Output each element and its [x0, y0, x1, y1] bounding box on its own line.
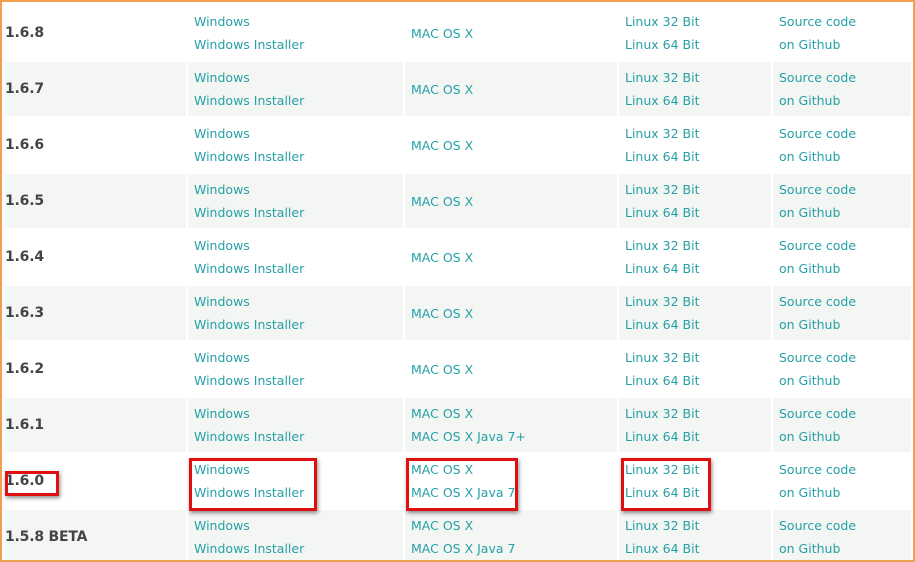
- mac-link[interactable]: MAC OS X: [411, 134, 617, 157]
- version-label: 1.6.2: [5, 342, 188, 398]
- windows-installer-link[interactable]: Windows Installer: [194, 369, 403, 392]
- windows-link[interactable]: Windows: [194, 10, 403, 33]
- linux-32-link[interactable]: Linux 32 Bit: [625, 10, 771, 33]
- github-link[interactable]: on Github: [779, 257, 911, 280]
- windows-link[interactable]: Windows: [194, 514, 403, 537]
- mac-java-link[interactable]: MAC OS X Java 7+: [411, 425, 617, 448]
- table-row: 1.6.8 Windows Windows Installer MAC OS X …: [5, 6, 913, 62]
- downloads-table: 1.6.8 Windows Windows Installer MAC OS X …: [5, 6, 913, 560]
- version-label: 1.5.8 BETA: [5, 510, 188, 560]
- linux-64-link[interactable]: Linux 64 Bit: [625, 33, 771, 56]
- source-code-link[interactable]: Source code: [779, 514, 911, 537]
- version-label: 1.6.5: [5, 174, 188, 230]
- screenshot-frame: 1.6.8 Windows Windows Installer MAC OS X …: [0, 0, 915, 562]
- github-link[interactable]: on Github: [779, 201, 911, 224]
- windows-link[interactable]: Windows: [194, 290, 403, 313]
- mac-link[interactable]: MAC OS X: [411, 402, 617, 425]
- table-row: 1.6.0 Windows Windows Installer MAC OS XM…: [5, 454, 913, 510]
- linux-32-link[interactable]: Linux 32 Bit: [625, 290, 771, 313]
- version-label: 1.6.4: [5, 230, 188, 286]
- linux-64-link[interactable]: Linux 64 Bit: [625, 537, 771, 560]
- source-code-link[interactable]: Source code: [779, 458, 911, 481]
- mac-link[interactable]: MAC OS X: [411, 246, 617, 269]
- mac-link[interactable]: MAC OS X: [411, 514, 617, 537]
- table-row: 1.5.8 BETA Windows Windows Installer MAC …: [5, 510, 913, 560]
- windows-link[interactable]: Windows: [194, 66, 403, 89]
- table-row: 1.6.7 Windows Windows Installer MAC OS X …: [5, 62, 913, 118]
- github-link[interactable]: on Github: [779, 481, 911, 504]
- source-code-link[interactable]: Source code: [779, 178, 911, 201]
- linux-64-link[interactable]: Linux 64 Bit: [625, 201, 771, 224]
- windows-link[interactable]: Windows: [194, 402, 403, 425]
- source-code-link[interactable]: Source code: [779, 290, 911, 313]
- windows-link[interactable]: Windows: [194, 346, 403, 369]
- windows-link[interactable]: Windows: [194, 122, 403, 145]
- github-link[interactable]: on Github: [779, 313, 911, 336]
- linux-32-link[interactable]: Linux 32 Bit: [625, 514, 771, 537]
- github-link[interactable]: on Github: [779, 425, 911, 448]
- windows-installer-link[interactable]: Windows Installer: [194, 537, 403, 560]
- version-label: 1.6.0: [5, 454, 188, 510]
- windows-installer-link[interactable]: Windows Installer: [194, 257, 403, 280]
- linux-32-link[interactable]: Linux 32 Bit: [625, 122, 771, 145]
- linux-32-link[interactable]: Linux 32 Bit: [625, 346, 771, 369]
- table-row: 1.6.4 Windows Windows Installer MAC OS X …: [5, 230, 913, 286]
- source-code-link[interactable]: Source code: [779, 346, 911, 369]
- linux-32-link[interactable]: Linux 32 Bit: [625, 402, 771, 425]
- table-row: 1.6.6 Windows Windows Installer MAC OS X …: [5, 118, 913, 174]
- windows-installer-link[interactable]: Windows Installer: [194, 89, 403, 112]
- version-label: 1.6.6: [5, 118, 188, 174]
- windows-installer-link[interactable]: Windows Installer: [194, 145, 403, 168]
- table-row: 1.6.2 Windows Windows Installer MAC OS X …: [5, 342, 913, 398]
- version-label: 1.6.8: [5, 6, 188, 62]
- mac-java-link[interactable]: MAC OS X Java 7: [411, 537, 617, 560]
- linux-64-link[interactable]: Linux 64 Bit: [625, 89, 771, 112]
- source-code-link[interactable]: Source code: [779, 234, 911, 257]
- windows-link[interactable]: Windows: [194, 234, 403, 257]
- mac-link[interactable]: MAC OS X: [411, 458, 617, 481]
- github-link[interactable]: on Github: [779, 369, 911, 392]
- windows-installer-link[interactable]: Windows Installer: [194, 481, 403, 504]
- mac-link[interactable]: MAC OS X: [411, 302, 617, 325]
- linux-32-link[interactable]: Linux 32 Bit: [625, 458, 771, 481]
- linux-64-link[interactable]: Linux 64 Bit: [625, 369, 771, 392]
- windows-link[interactable]: Windows: [194, 458, 403, 481]
- mac-link[interactable]: MAC OS X: [411, 358, 617, 381]
- mac-link[interactable]: MAC OS X: [411, 190, 617, 213]
- source-code-link[interactable]: Source code: [779, 66, 911, 89]
- source-code-link[interactable]: Source code: [779, 10, 911, 33]
- version-label: 1.6.7: [5, 62, 188, 118]
- mac-link[interactable]: MAC OS X: [411, 78, 617, 101]
- github-link[interactable]: on Github: [779, 89, 911, 112]
- table-row: 1.6.3 Windows Windows Installer MAC OS X …: [5, 286, 913, 342]
- linux-32-link[interactable]: Linux 32 Bit: [625, 178, 771, 201]
- linux-32-link[interactable]: Linux 32 Bit: [625, 234, 771, 257]
- github-link[interactable]: on Github: [779, 537, 911, 560]
- windows-installer-link[interactable]: Windows Installer: [194, 33, 403, 56]
- version-label: 1.6.1: [5, 398, 188, 454]
- github-link[interactable]: on Github: [779, 145, 911, 168]
- linux-32-link[interactable]: Linux 32 Bit: [625, 66, 771, 89]
- table-row: 1.6.5 Windows Windows Installer MAC OS X …: [5, 174, 913, 230]
- mac-java-link[interactable]: MAC OS X Java 7: [411, 481, 617, 504]
- linux-64-link[interactable]: Linux 64 Bit: [625, 257, 771, 280]
- windows-installer-link[interactable]: Windows Installer: [194, 313, 403, 336]
- linux-64-link[interactable]: Linux 64 Bit: [625, 145, 771, 168]
- windows-installer-link[interactable]: Windows Installer: [194, 425, 403, 448]
- github-link[interactable]: on Github: [779, 33, 911, 56]
- linux-64-link[interactable]: Linux 64 Bit: [625, 481, 771, 504]
- table-row: 1.6.1 Windows Windows Installer MAC OS XM…: [5, 398, 913, 454]
- version-label: 1.6.3: [5, 286, 188, 342]
- mac-link[interactable]: MAC OS X: [411, 22, 617, 45]
- source-code-link[interactable]: Source code: [779, 122, 911, 145]
- linux-64-link[interactable]: Linux 64 Bit: [625, 425, 771, 448]
- windows-installer-link[interactable]: Windows Installer: [194, 201, 403, 224]
- linux-64-link[interactable]: Linux 64 Bit: [625, 313, 771, 336]
- source-code-link[interactable]: Source code: [779, 402, 911, 425]
- windows-link[interactable]: Windows: [194, 178, 403, 201]
